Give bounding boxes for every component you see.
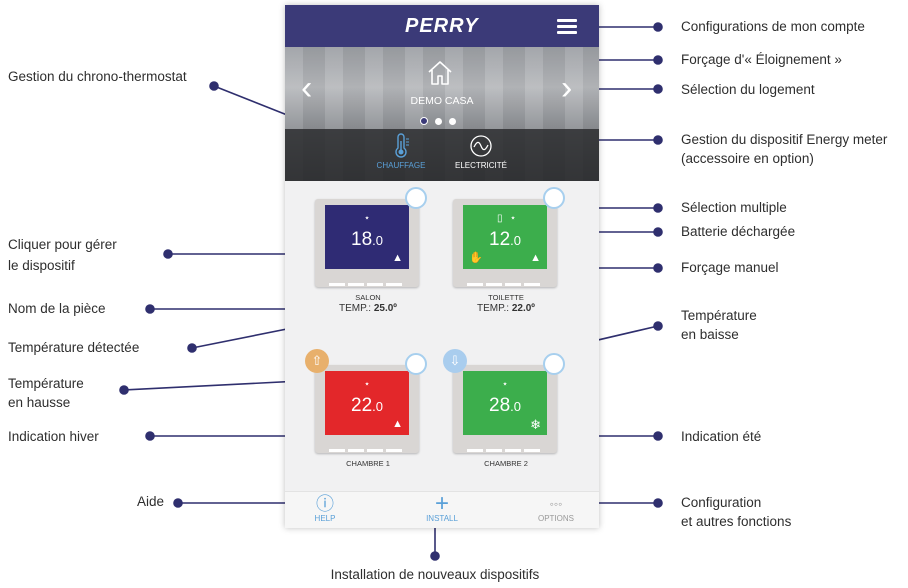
thermostat-frame[interactable]: ▯ ⋆ 12.0 ✋ ▲: [453, 199, 557, 287]
annotation-temp-falling-1: Température: [681, 308, 757, 323]
annotation-click-device-2: le dispositif: [8, 258, 75, 273]
annotation-temp-rising-2: en hausse: [8, 395, 71, 410]
thermostat-frame[interactable]: ⋆ 18.0 ▲: [315, 199, 419, 287]
temp-falling-icon: ⇩: [443, 349, 467, 373]
hamburger-menu-icon[interactable]: [557, 19, 577, 34]
flame-icon: ▲: [392, 418, 403, 430]
annotation-battery-low: Batterie déchargée: [681, 224, 796, 239]
install-label: INSTALL: [426, 514, 458, 523]
annotation-help: Aide: [137, 494, 165, 509]
home-name: DEMO CASA: [410, 95, 474, 107]
home-banner: ‹ › DEMO CASA CHAUFFAGE ELECTRICITÉ: [285, 47, 599, 181]
wifi-icon: ⋆: [509, 213, 517, 224]
multi-select-toggle[interactable]: [405, 353, 427, 375]
room-name: CHAMBRE 2: [484, 459, 528, 468]
page-indicator: [420, 112, 464, 125]
options-label: OPTIONS: [537, 514, 574, 523]
detected-temp: TEMP.: 22.0º: [477, 303, 535, 314]
thermostat-frame[interactable]: ⋆ 22.0 ▲: [315, 365, 419, 453]
top-bar: PERRY: [285, 5, 599, 47]
help-icon: ⓘ: [316, 494, 334, 514]
annotation-summer-indication: Indication été: [681, 429, 762, 444]
wifi-icon: ⋆: [363, 379, 371, 390]
annotation-away-forcing: Forçage d'« Éloignement »: [681, 52, 842, 67]
thermostat-keys: [329, 439, 405, 452]
annotation-winter-indication: Indication hiver: [8, 429, 99, 444]
multi-select-toggle[interactable]: [543, 353, 565, 375]
hand-icon: ✋: [469, 252, 483, 264]
help-label: HELP: [314, 514, 336, 523]
snowflake-icon: ❄: [530, 417, 541, 432]
page-dot-1[interactable]: [420, 117, 428, 125]
room-name: SALON: [355, 293, 381, 302]
tab-electricity[interactable]: ELECTRICITÉ: [441, 133, 521, 170]
annotation-detected-temp: Température détectée: [8, 340, 140, 355]
set-temperature: 18.0: [351, 229, 383, 250]
thermostat-keys: [467, 439, 543, 452]
annotation-config-1: Configuration: [681, 495, 762, 510]
flame-icon: ▲: [530, 252, 541, 264]
detected-temp: TEMP.: 25.0º: [339, 303, 397, 314]
install-button[interactable]: + INSTALL: [402, 490, 482, 524]
annotation-account-config: Configurations de mon compte: [681, 19, 865, 34]
set-temperature: 22.0: [351, 395, 383, 416]
thermostat-keys: [467, 273, 543, 286]
annotation-manual-forcing: Forçage manuel: [681, 260, 779, 275]
page-dot-3[interactable]: [449, 118, 456, 125]
help-button[interactable]: ⓘ HELP: [285, 494, 365, 523]
thermostat-display[interactable]: ▯ ⋆ 12.0 ✋ ▲: [463, 205, 547, 269]
set-temperature: 12.0: [489, 229, 521, 250]
phone-screen: PERRY ‹ › DEMO CASA CHAUFFAGE ELECTRICIT…: [285, 5, 599, 528]
tab-electricity-label: ELECTRICITÉ: [454, 161, 507, 170]
annotation-energy-meter-1: Gestion du dispositif Energy meter: [681, 132, 888, 147]
multi-select-toggle[interactable]: [405, 187, 427, 209]
annotation-multiple-selection: Sélection multiple: [681, 200, 787, 215]
multi-select-toggle[interactable]: [543, 187, 565, 209]
thermostat-display[interactable]: ⋆ 22.0 ▲: [325, 371, 409, 435]
house-icon[interactable]: [426, 59, 454, 87]
annotation-temp-rising-1: Température: [8, 376, 84, 391]
options-button[interactable]: ◦◦◦ OPTIONS: [516, 494, 596, 523]
page-dot-2[interactable]: [435, 118, 442, 125]
plus-icon: +: [434, 490, 449, 517]
room-name: TOILETTE: [488, 293, 524, 302]
thermostat-keys: [329, 273, 405, 286]
energy-meter-icon: [470, 135, 492, 157]
room-name: CHAMBRE 1: [346, 459, 390, 468]
annotation-install-devices: Installation de nouveaux dispositifs: [330, 567, 540, 582]
flame-icon: ▲: [392, 252, 403, 264]
annotation-energy-meter-2: (accessoire en option): [681, 151, 814, 166]
temp-rising-icon: ⇧: [305, 349, 329, 373]
annotation-click-device-1: Cliquer pour gérer: [8, 237, 117, 252]
annotation-config-2: et autres fonctions: [681, 514, 792, 529]
annotation-temp-falling-2: en baisse: [681, 327, 739, 342]
annotation-chrono-thermostat: Gestion du chrono-thermostat: [8, 69, 187, 84]
thermometer-icon: [395, 133, 409, 158]
thermostat-frame[interactable]: ⋆ 28.0 ❄: [453, 365, 557, 453]
perry-logo: PERRY: [405, 15, 479, 37]
wifi-icon: ⋆: [363, 213, 371, 224]
annotation-home-selection: Sélection du logement: [681, 82, 815, 97]
thermostat-display[interactable]: ⋆ 18.0 ▲: [325, 205, 409, 269]
annotation-room-name: Nom de la pièce: [8, 301, 106, 316]
more-icon: ◦◦◦: [549, 497, 563, 511]
wifi-icon: ⋆: [501, 379, 509, 390]
set-temperature: 28.0: [489, 395, 521, 416]
tab-heating[interactable]: CHAUFFAGE: [361, 133, 441, 170]
tab-heating-label: CHAUFFAGE: [376, 161, 426, 170]
bottom-bar: ⓘ HELP + INSTALL ◦◦◦ OPTIONS: [285, 491, 599, 528]
tab-bar: CHAUFFAGE ELECTRICITÉ: [285, 129, 599, 181]
thermostat-display[interactable]: ⋆ 28.0 ❄: [463, 371, 547, 435]
